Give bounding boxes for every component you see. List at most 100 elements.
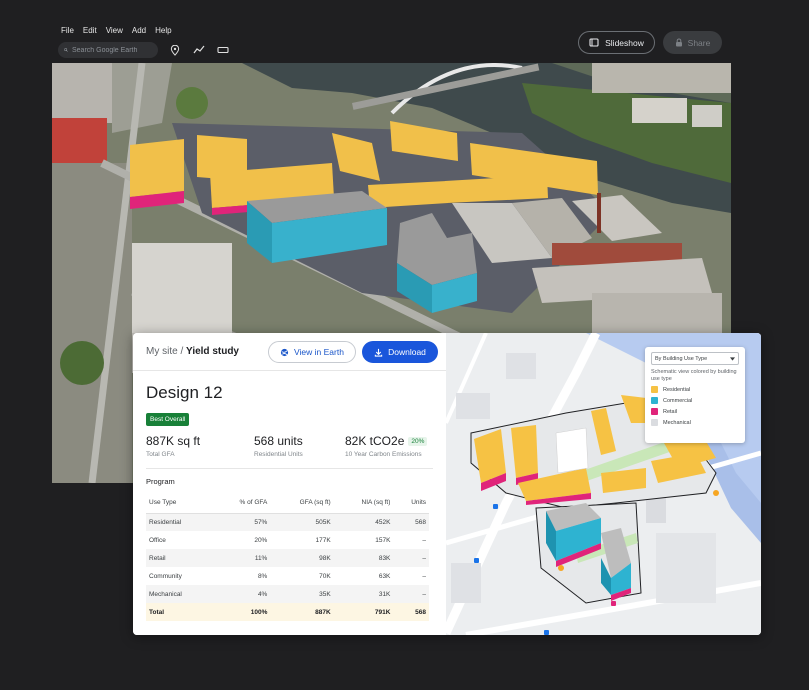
toolbar <box>58 42 230 58</box>
col-nia[interactable]: NIA (sq ft) <box>333 493 394 514</box>
stat-label: 10 Year Carbon Emissions <box>345 451 422 458</box>
breadcrumb-parent[interactable]: My site <box>146 346 178 357</box>
cell: 98K <box>270 549 334 567</box>
divider <box>146 468 433 469</box>
col-units[interactable]: Units <box>393 493 429 514</box>
cell: 887K <box>270 603 334 621</box>
cell: Mechanical <box>146 585 213 603</box>
view-in-earth-button[interactable]: View in Earth <box>268 341 356 363</box>
share-button[interactable]: Share <box>663 31 722 54</box>
table-row: Mechanical 4% 35K 31K – <box>146 585 429 603</box>
cell: 63K <box>378 572 391 580</box>
table-total-row: Total 100% 887K 791K 568 <box>146 603 429 621</box>
legend-item-residential: Residential <box>651 386 739 393</box>
download-label: Download <box>388 347 426 357</box>
cell: 70K <box>319 572 331 580</box>
stat-value: 887K sq ft <box>146 434 201 448</box>
menu-bar: File Edit View Add Help <box>61 26 172 35</box>
cell: – <box>422 536 426 544</box>
best-overall-badge: Best Overall <box>146 413 190 426</box>
cell: 4% <box>212 585 271 603</box>
table-row: Residential 57% 505K 452K 568 <box>146 513 429 531</box>
color-by-select[interactable]: By Building Use Type <box>651 352 739 365</box>
cell: Total <box>146 603 213 621</box>
cell: 83K <box>333 549 394 567</box>
search-input[interactable] <box>72 46 152 54</box>
breadcrumb-separator: / <box>177 346 187 357</box>
search-box[interactable] <box>58 42 158 58</box>
stat-carbon: 82K tCO2e 20% 10 Year Carbon Emissions <box>345 434 428 458</box>
table-row: Retail 11% 98K 83K – <box>146 549 429 567</box>
menu-edit[interactable]: Edit <box>83 26 97 35</box>
stat-label: Total GFA <box>146 451 175 458</box>
program-heading: Program <box>146 477 175 486</box>
cell: 35K <box>270 585 334 603</box>
cell: – <box>393 585 429 603</box>
map-legend: By Building Use Type Schematic view colo… <box>645 347 745 443</box>
col-pct-gfa[interactable]: % of GFA <box>212 493 271 514</box>
cell: – <box>393 549 429 567</box>
slideshow-button[interactable]: Slideshow <box>578 31 655 54</box>
cell: 177K <box>315 536 331 544</box>
share-label: Share <box>687 37 711 48</box>
legend-label: Commercial <box>663 397 693 404</box>
cell: Retail <box>146 549 213 567</box>
cell: 20% <box>254 536 268 544</box>
col-use-type[interactable]: Use Type <box>146 493 213 514</box>
search-icon <box>64 48 68 52</box>
pin-icon[interactable] <box>168 43 182 57</box>
cell: 791K <box>333 603 394 621</box>
cell: Residential <box>146 513 213 531</box>
stat-total-gfa: 887K sq ft Total GFA <box>146 434 200 458</box>
legend-label: Mechanical <box>663 419 691 426</box>
stat-label: Residential Units <box>254 451 303 458</box>
earth-icon <box>280 348 289 356</box>
cell: 452K <box>333 513 394 531</box>
col-gfa[interactable]: GFA (sq ft) <box>270 493 334 514</box>
slideshow-icon <box>589 38 599 47</box>
yield-study-panel: My site / Yield study View in Earth Down… <box>133 333 761 635</box>
menu-add[interactable]: Add <box>132 26 146 35</box>
program-table: Use Type % of GFA GFA (sq ft) NIA (sq ft… <box>146 493 429 621</box>
cell: 31K <box>333 585 394 603</box>
table-header-row: Use Type % of GFA GFA (sq ft) NIA (sq ft… <box>146 493 429 514</box>
table-row: Community 8% 70K 63K – <box>146 567 429 585</box>
swatch <box>651 419 658 426</box>
cell: 57% <box>212 513 271 531</box>
cell: 8% <box>257 572 268 580</box>
stat-value: 568 units <box>254 434 303 448</box>
legend-description: Schematic view colored by building use t… <box>651 369 737 382</box>
menu-help[interactable]: Help <box>155 26 171 35</box>
swatch <box>651 397 658 404</box>
table-row: Office 20% 177K 157K – <box>146 531 429 549</box>
cell: 100% <box>212 603 271 621</box>
app-window: File Edit View Add Help Slideshow Share <box>0 0 809 690</box>
share-lock-icon <box>675 38 682 47</box>
cell: 157K <box>375 536 391 544</box>
results-pane: My site / Yield study View in Earth Down… <box>133 333 446 635</box>
legend-item-retail: Retail <box>651 408 739 415</box>
download-button[interactable]: Download <box>362 341 438 363</box>
menu-file[interactable]: File <box>61 26 74 35</box>
stat-value: 82K tCO2e 20% <box>345 434 428 448</box>
menu-view[interactable]: View <box>106 26 123 35</box>
stat-residential-units: 568 units Residential Units <box>254 434 303 458</box>
ruler-icon[interactable] <box>216 43 230 57</box>
legend-label: Residential <box>663 386 691 393</box>
design-title: Design 12 <box>146 383 223 402</box>
swatch <box>651 408 658 415</box>
swatch <box>651 386 658 393</box>
cell: 568 <box>393 513 429 531</box>
cell: – <box>422 572 426 580</box>
site-map[interactable]: By Building Use Type Schematic view colo… <box>446 333 761 635</box>
carbon-change-chip: 20% <box>408 437 428 447</box>
cell: Community <box>149 572 182 580</box>
path-icon[interactable] <box>192 43 206 57</box>
cell: 505K <box>270 513 334 531</box>
legend-label: Retail <box>663 408 678 415</box>
legend-item-mechanical: Mechanical <box>651 419 739 426</box>
caret-down-icon <box>730 356 735 361</box>
view-in-earth-label: View in Earth <box>294 347 344 357</box>
cell: Office <box>149 536 166 544</box>
breadcrumb-current: Yield study <box>186 346 239 357</box>
